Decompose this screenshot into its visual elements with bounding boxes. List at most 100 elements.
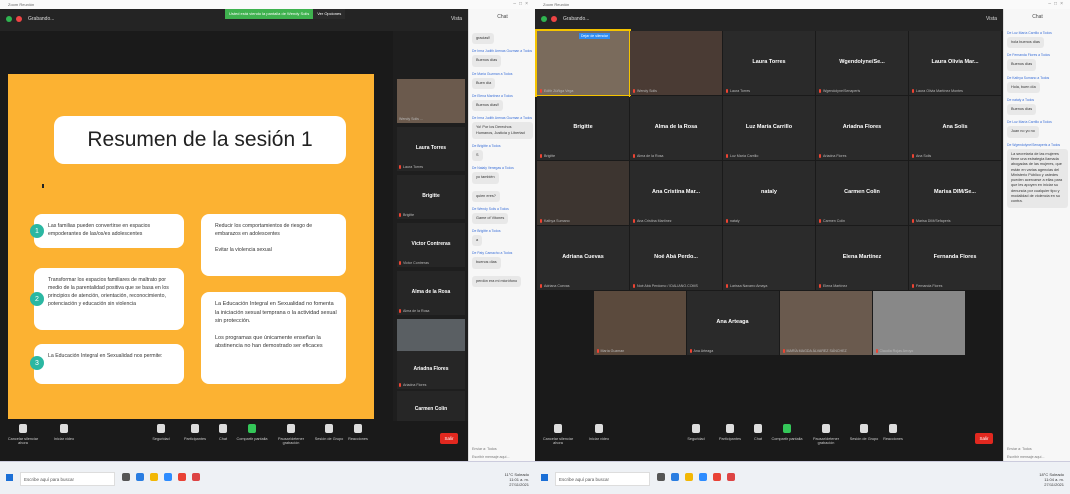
participant-display-name: Ariadna Flores [413, 366, 449, 373]
windows-start-icon[interactable] [541, 474, 548, 481]
security-button[interactable]: Seguridad [683, 424, 709, 441]
toolbar-label: Pausar/detener grabación [278, 437, 304, 445]
participant-tile[interactable]: Noé Abá Perdo... Noé Abá Perdomo / IDALIA… [630, 226, 722, 290]
participant-video-tile[interactable]: Larissa Navarro Amaya [723, 226, 815, 290]
chat-button[interactable]: Chat [214, 424, 232, 441]
participant-display-name: Ana Cristina Mar... [652, 189, 700, 196]
toolbar-label: Cancelar silenciar ahora [7, 437, 39, 445]
edge-icon[interactable] [136, 473, 144, 481]
participant-tile[interactable]: Laura Olivia Mar... Laura Olivia Martínez… [909, 31, 1001, 95]
opera-icon[interactable] [192, 473, 200, 481]
view-button[interactable]: Vista [451, 16, 462, 22]
participant-tile[interactable]: Marisa DIM/Se... Marisa DIM/Sefaperis [909, 161, 1001, 225]
view-button[interactable]: Vista [986, 16, 997, 22]
gallery-view: Edith Zúñiga Vega Dejar de silenciar Wendy… [535, 29, 1001, 423]
reactions-button[interactable]: Reacciones [881, 424, 905, 441]
chrome-icon[interactable] [713, 473, 721, 481]
participant-tile[interactable]: Ana Arteaga Ana Arteaga [686, 291, 779, 355]
shield-icon[interactable] [541, 16, 547, 22]
folder-icon[interactable] [685, 473, 693, 481]
unmute-button[interactable]: Cancelar silenciar ahora [6, 424, 40, 445]
chat-sender: De Fernanda Flores a Todos [1007, 53, 1050, 58]
windows-start-icon[interactable] [6, 474, 13, 481]
participant-tile[interactable]: Carmen Colin Carmen Colin [816, 161, 908, 225]
chat-bubble: buenos días [472, 257, 501, 269]
participant-video-tile[interactable]: Wendy Solis ... [397, 79, 465, 123]
share-screen-button[interactable]: Compartir pantalla [236, 424, 268, 441]
zoom-icon[interactable] [699, 473, 707, 481]
participant-tile[interactable]: Adriana Cuevas Adriana Cuevas [537, 226, 629, 290]
chat-message: De Luz María Carrillo a Todos Juan no yo … [1007, 120, 1068, 138]
pause-recording-button[interactable]: Pausar/detener grabación [272, 424, 310, 445]
participant-tile[interactable]: Alma de la Rosa Alma de la Rosa [397, 271, 465, 315]
security-button[interactable]: Seguridad [148, 424, 174, 441]
shield-icon[interactable] [6, 16, 12, 22]
participant-video-tile[interactable]: MARÍA MAGDA ÁLVAREZ SÁNCHEZ [779, 291, 872, 355]
participant-tile[interactable]: Luz María Carrillo Luz María Carrillo [723, 96, 815, 160]
start-video-button[interactable]: Iniciar video [50, 424, 78, 441]
breakout-rooms-button[interactable]: Sesión de Grupo [314, 424, 344, 441]
participants-button[interactable]: Participantes [180, 424, 210, 441]
taskbar-search[interactable]: Escribe aquí para buscar [555, 472, 650, 486]
task-view-icon[interactable] [657, 473, 665, 481]
participant-video-tile[interactable]: Edith Zúñiga Vega Dejar de silenciar [535, 29, 631, 97]
unmute-prompt-button[interactable]: Dejar de silenciar [579, 33, 611, 39]
participant-tile[interactable]: Ana Cristina Mar... Ana Cristina Martínez [630, 161, 722, 225]
opera-icon[interactable] [727, 473, 735, 481]
muted-mic-icon [633, 154, 635, 158]
participant-tile[interactable]: Fernanda Flores Fernanda Flores [909, 226, 1001, 290]
participant-tile[interactable]: Brigitte Brigitte [397, 175, 465, 219]
send-to-select[interactable]: Enviar a: Todos [472, 447, 533, 451]
participant-display-name: Victor Contreras [411, 240, 451, 247]
chat-button[interactable]: Chat [749, 424, 767, 441]
chat-bubble: Buenos días!! [472, 99, 504, 112]
participant-caption: Ariadna Flores [819, 154, 846, 158]
chrome-icon[interactable] [178, 473, 186, 481]
muted-mic-icon [726, 89, 728, 93]
participant-name: Noé Abá Perdomo / IDALIANO.COMS [637, 284, 698, 288]
reactions-button[interactable]: Reacciones [346, 424, 370, 441]
participant-tile[interactable]: Victor Contreras Victor Contreras [397, 223, 465, 267]
summary-card-3: La Educación Integral en Sexualidad nos … [34, 344, 184, 384]
participant-tile[interactable]: Laura Torres Laura Torres [723, 31, 815, 95]
edge-icon[interactable] [671, 473, 679, 481]
leave-button[interactable]: Salir [975, 433, 993, 444]
unmute-button[interactable]: Cancelar silenciar ahora [541, 424, 575, 445]
participants-button[interactable]: Participantes [715, 424, 745, 441]
view-options-button[interactable]: Ver Opciones [313, 9, 346, 19]
participant-tile[interactable]: Brigitte Brigitte [537, 96, 629, 160]
breakout-rooms-button[interactable]: Sesión de Grupo [849, 424, 879, 441]
leave-button[interactable]: Salir [440, 433, 458, 444]
chat-input[interactable]: Escribir mensaje aquí... [472, 455, 533, 459]
participant-video-tile[interactable]: María Guzman [593, 291, 686, 355]
participant-tile[interactable]: Elena Martínez Elena Martínez [816, 226, 908, 290]
participant-video-tile[interactable]: Wendy Solis [630, 31, 722, 95]
zoom-icon[interactable] [164, 473, 172, 481]
participant-display-name: Brigitte [422, 192, 440, 199]
chat-bubble: Buenos días [1007, 103, 1037, 116]
folder-icon[interactable] [150, 473, 158, 481]
window-controls[interactable]: –□× [1048, 1, 1066, 7]
pause-recording-button[interactable]: Pausar/detener grabación [807, 424, 845, 445]
window-title: Zoom Reunión [543, 2, 570, 7]
participant-video-tile[interactable]: Claudia Rojas Arroyo [872, 291, 965, 355]
chat-bubble: yo también [472, 172, 499, 184]
participant-tile[interactable]: nataly nataly [723, 161, 815, 225]
participant-tile[interactable]: Ana Solis Ana Solis [909, 96, 1001, 160]
task-view-icon[interactable] [122, 473, 130, 481]
participant-video-tile[interactable]: Kathya Sumano [537, 161, 629, 225]
participant-tile[interactable]: Alma de la Rosa Alma de la Rosa [630, 96, 722, 160]
participant-tile[interactable]: Wgendolyne/Se... Wgendolyne/Senaperis [816, 31, 908, 95]
participant-name: Wendy Solis [637, 89, 657, 93]
share-screen-button[interactable]: Compartir pantalla [771, 424, 803, 441]
window-controls[interactable]: –□× [513, 1, 531, 7]
chat-input[interactable]: Escribir mensaje aquí... [1007, 455, 1068, 459]
participant-tile[interactable]: Laura Torres Laura Torres [397, 127, 465, 171]
send-to-select[interactable]: Enviar a: Todos [1007, 447, 1068, 451]
participant-tile[interactable]: Ariadna Flores Ariadna Flores [816, 96, 908, 160]
participant-tile[interactable]: Ariadna Flores Ariadna Flores [397, 351, 465, 389]
taskbar-search[interactable]: Escribe aquí para buscar [20, 472, 115, 486]
participant-caption: Carmen Colin [819, 219, 845, 223]
muted-mic-icon [596, 349, 599, 353]
start-video-button[interactable]: Iniciar video [585, 424, 613, 441]
